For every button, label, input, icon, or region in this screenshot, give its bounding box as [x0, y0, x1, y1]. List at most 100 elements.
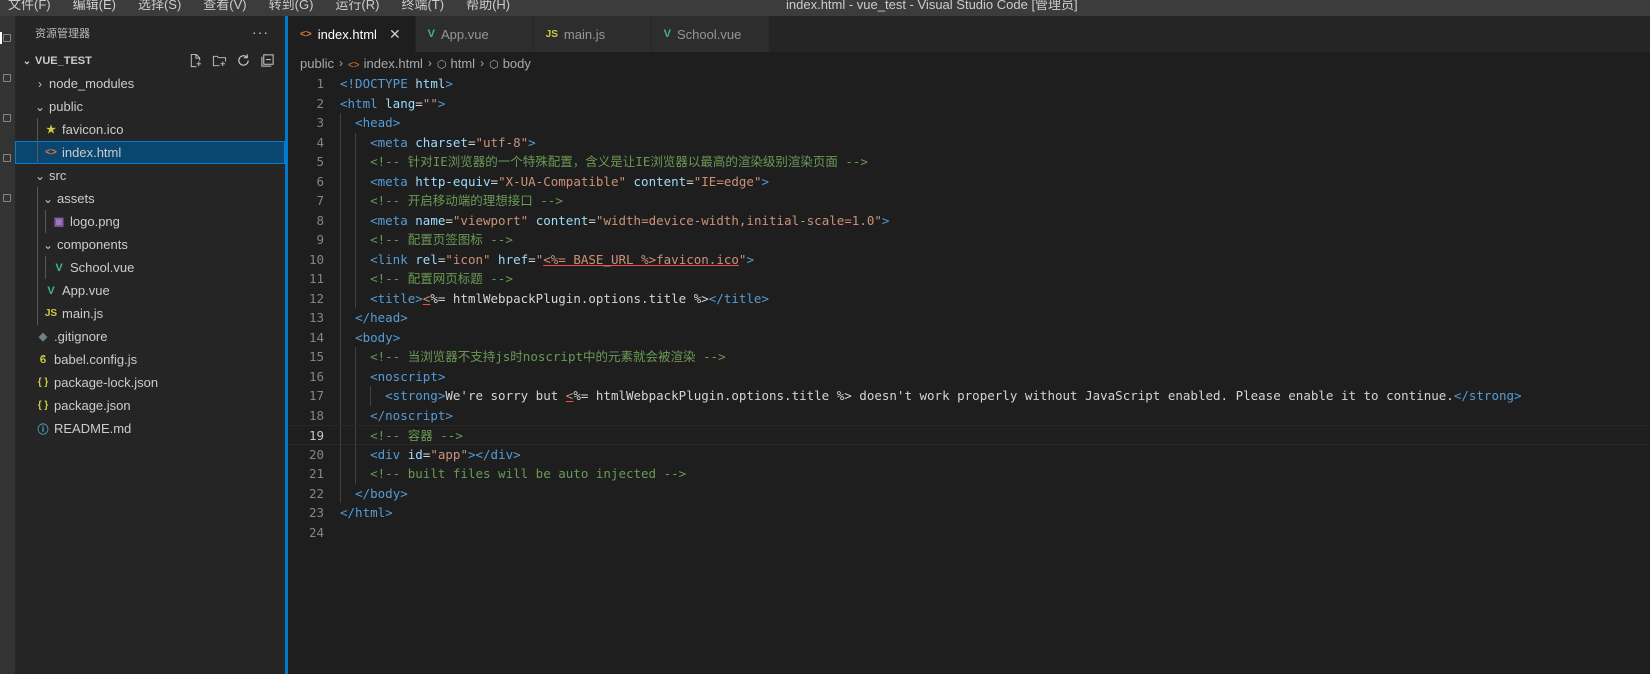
line-number: 18 [308, 407, 324, 423]
breadcrumb-item[interactable]: <> index.html [348, 56, 423, 71]
new-file-icon[interactable] [187, 52, 203, 68]
search-icon[interactable] [3, 74, 11, 82]
file-item[interactable]: ⓘ README.md [15, 417, 285, 440]
menu-item[interactable]: 帮助(H) [466, 0, 510, 13]
source-control-icon[interactable] [3, 114, 11, 122]
code-line: 15 <!-- 当浏览器不支持js时noscript中的元素就会被渲染 --> [288, 347, 1650, 367]
line-number: 3 [316, 115, 324, 130]
file-item[interactable]: ϐ babel.config.js [15, 348, 285, 371]
close-icon[interactable]: ✕ [389, 26, 401, 43]
html-file-icon: <> [45, 147, 57, 158]
file-item[interactable]: V School.vue [15, 256, 285, 279]
code-token: <noscript> [370, 368, 446, 384]
new-folder-icon[interactable] [211, 52, 227, 68]
line-number: 1 [316, 76, 324, 91]
indent-guide [37, 141, 38, 164]
extensions-icon[interactable] [3, 194, 11, 202]
code-token: <!-- 配置网页标题 --> [370, 271, 513, 286]
tree-item-label: package-lock.json [54, 375, 159, 390]
tab-main-js[interactable]: JS main.js [533, 16, 652, 52]
chevron-right-icon: › [480, 56, 485, 70]
line-number: 10 [308, 251, 324, 267]
folder-item[interactable]: ⌄ assets [15, 187, 285, 210]
code-token: </html> [340, 505, 393, 520]
breadcrumb-item[interactable]: ⬡ body [489, 56, 531, 71]
more-actions-icon[interactable]: ··· [252, 24, 269, 40]
tree-item-label: babel.config.js [54, 352, 138, 367]
tree-item-label: components [57, 237, 128, 252]
project-name: VUE_TEST [35, 55, 92, 67]
menu-item[interactable]: 转到(G) [269, 0, 314, 13]
tree-item-label: README.md [54, 421, 132, 436]
file-item[interactable]: <> index.html [15, 141, 285, 164]
code-token: %= htmlWebpackPlugin.options.title %> [430, 290, 709, 306]
line-content: <meta charset="utf-8"> [340, 133, 536, 153]
code-token: = [528, 251, 536, 267]
chevron-down-icon: ⌄ [22, 55, 32, 67]
code-token: content [528, 212, 589, 228]
code-token: = [686, 173, 694, 189]
code-token: <meta [370, 212, 416, 228]
file-item[interactable]: { } package-lock.json [15, 371, 285, 394]
line-number: 7 [316, 193, 324, 208]
menu-item[interactable]: 查看(V) [203, 0, 246, 13]
tab-app-vue[interactable]: V App.vue [415, 16, 534, 52]
file-item[interactable]: V App.vue [15, 279, 285, 302]
line-content: <strong>We're sorry but <%= htmlWebpackP… [340, 386, 1521, 406]
code-token: charset [415, 134, 468, 150]
code-token: = [588, 212, 596, 228]
line-number: 5 [316, 154, 324, 169]
tab-index-html[interactable]: <> index.html ✕ [288, 16, 416, 52]
code-line: 5 <!-- 针对IE浏览器的一个特殊配置，含义是让IE浏览器以最高的渲染级别渲… [288, 152, 1650, 172]
code-token: <!DOCTYPE [340, 76, 416, 91]
code-token: = [490, 173, 499, 189]
folder-item[interactable]: ⌄ components [15, 233, 285, 256]
star-icon: ★ [46, 124, 56, 136]
refresh-icon[interactable] [235, 52, 251, 68]
file-item[interactable]: ▣ logo.png [15, 210, 285, 233]
breadcrumb-item[interactable]: public [300, 56, 334, 71]
line-number: 22 [308, 485, 324, 501]
code-token: > [528, 134, 536, 150]
line-content: <body> [340, 328, 400, 348]
tab-school-vue[interactable]: V School.vue [651, 16, 770, 52]
code-editor[interactable]: 1 <!DOCTYPE html> 2 <html lang=""> 3 <head> 4… [288, 74, 1650, 542]
code-line: 2 <html lang=""> [288, 94, 1650, 114]
file-item[interactable]: { } package.json [15, 394, 285, 417]
line-number: 19 [308, 428, 324, 443]
code-token: = [445, 212, 453, 228]
collapse-all-icon[interactable] [259, 52, 275, 68]
explorer-icon[interactable] [3, 34, 11, 42]
folder-item[interactable]: ⌄ src [15, 164, 285, 187]
line-content: <noscript> [340, 367, 445, 387]
code-line: 24 [288, 523, 1650, 543]
code-line: 6 <meta http-equiv="X-UA-Compatible" con… [288, 171, 1650, 191]
menu-item[interactable]: 文件(F) [8, 0, 51, 13]
file-item[interactable]: JS main.js [15, 302, 285, 325]
indent-guide [37, 233, 38, 256]
file-item[interactable]: ★ favicon.ico [15, 118, 285, 141]
code-token: <!-- 配置页签图标 --> [370, 232, 513, 247]
breadcrumb-item[interactable]: ⬡ html [437, 56, 475, 71]
line-number: 2 [316, 95, 324, 111]
menu-item[interactable]: 编辑(E) [73, 0, 116, 13]
menu-item[interactable]: 运行(R) [335, 0, 379, 13]
menu-item[interactable]: 选择(S) [138, 0, 181, 13]
file-item[interactable]: ◆ .gitignore [15, 325, 285, 348]
vue-file-icon: V [427, 28, 436, 40]
indent-guide [37, 118, 38, 141]
file-tree: › node_modules ⌄ public ★ favicon.ico <> index.… [15, 72, 285, 440]
tree-item-label: node_modules [49, 76, 135, 91]
menu-item[interactable]: 终端(T) [401, 0, 444, 13]
project-section-header[interactable]: ⌄ VUE_TEST [15, 50, 285, 72]
folder-item[interactable]: › node_modules [15, 72, 285, 95]
code-token: </noscript> [370, 407, 453, 423]
code-token: rel [415, 251, 438, 267]
folder-item[interactable]: ⌄ public [15, 95, 285, 118]
code-token: name [415, 212, 446, 228]
run-debug-icon[interactable] [3, 154, 11, 162]
line-number: 12 [308, 290, 324, 306]
chevron-down-icon: ⌄ [34, 168, 46, 183]
line-content: <head> [340, 113, 400, 133]
indent-guide [45, 210, 46, 233]
